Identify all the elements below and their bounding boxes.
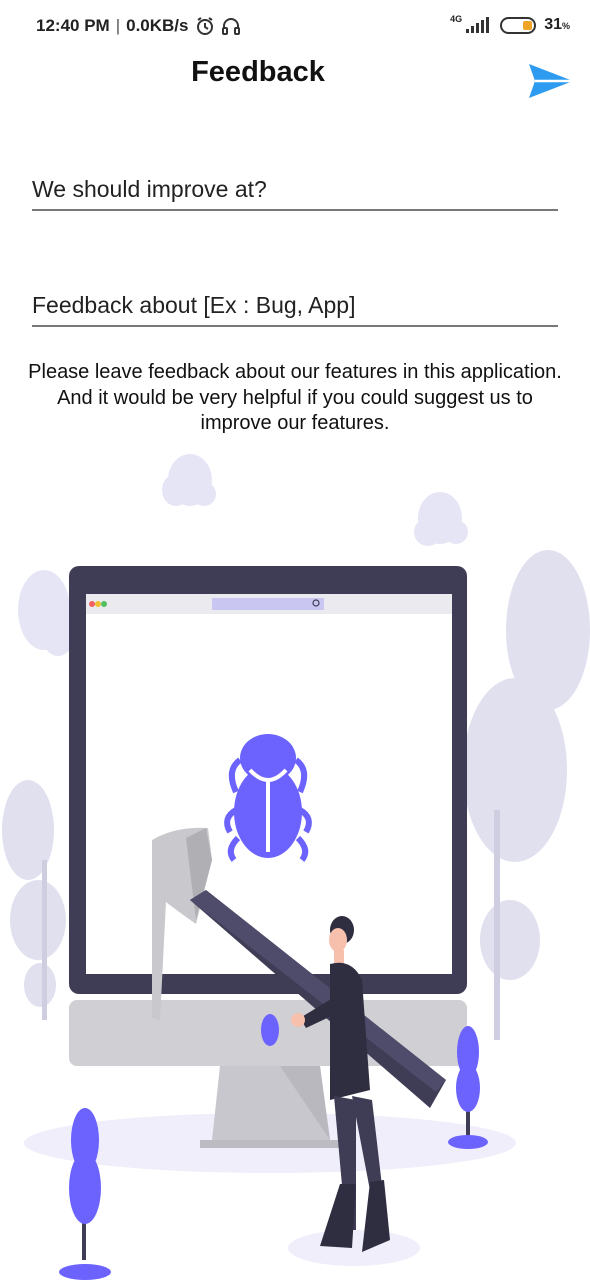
send-icon xyxy=(529,64,573,98)
send-button[interactable] xyxy=(526,60,576,102)
status-left: 12:40 PM | 0.0KB/s xyxy=(36,16,241,36)
status-separator: | xyxy=(115,16,121,35)
battery-percent-unit: % xyxy=(561,21,570,31)
network-type: 4G xyxy=(450,13,463,24)
window-close-dot xyxy=(89,601,95,607)
window-max-dot xyxy=(101,601,107,607)
feedback-about-input[interactable] xyxy=(32,292,558,325)
battery-percent-value: 31 xyxy=(544,16,562,33)
browser-search-bar xyxy=(212,598,324,610)
headphones-icon xyxy=(221,18,240,35)
status-bar: 12:40 PM | 0.0KB/s 4G 31% xyxy=(0,0,590,56)
battery-percent: 31% xyxy=(544,16,570,34)
decor-leaf xyxy=(261,1014,279,1046)
status-right: 4G 31% xyxy=(450,13,570,34)
description-text: Please leave feedback about our features… xyxy=(0,360,590,437)
battery-icon xyxy=(500,16,537,34)
description-line-1: Please leave feedback about our features… xyxy=(28,361,562,383)
bug-repair-illustration xyxy=(2,454,590,1280)
status-net-speed: 0.0KB/s xyxy=(126,16,189,35)
description-line-3: improve our features. xyxy=(200,412,390,434)
status-time: 12:40 PM xyxy=(36,16,110,35)
description-line-2: And it would be very helpful if you coul… xyxy=(57,386,533,409)
alarm-icon xyxy=(196,17,213,35)
improve-input[interactable] xyxy=(32,176,558,209)
person-shadow xyxy=(288,1230,420,1266)
monitor-base xyxy=(200,1140,340,1148)
improve-field[interactable] xyxy=(32,176,558,211)
battery-level xyxy=(523,20,533,30)
signal-icon xyxy=(466,17,490,33)
page-title: Feedback xyxy=(191,56,325,88)
app-bar: Feedback xyxy=(0,56,590,116)
window-min-dot xyxy=(95,601,101,607)
feedback-about-field[interactable] xyxy=(32,292,558,327)
